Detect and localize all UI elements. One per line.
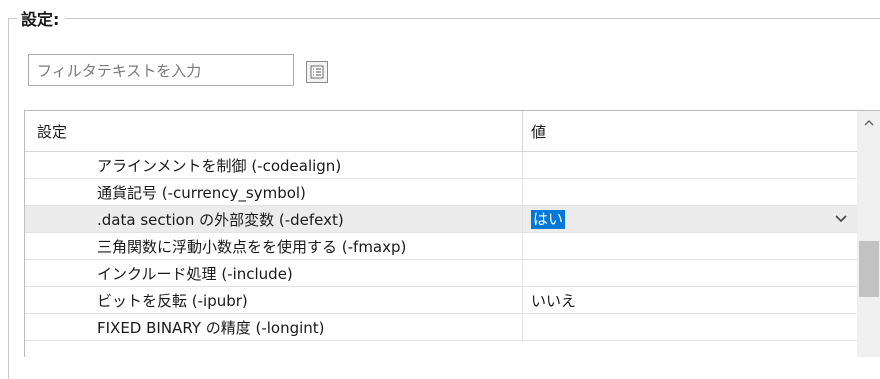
setting-value[interactable] <box>523 260 857 286</box>
table-row[interactable]: FIXED BINARY の精度 (-longint) <box>25 314 857 341</box>
setting-name: 通貨記号 (-currency_symbol) <box>25 179 523 205</box>
column-header-setting[interactable]: 設定 <box>25 111 523 151</box>
setting-name: FIXED BINARY の精度 (-longint) <box>25 314 523 340</box>
table-row[interactable]: 通貨記号 (-currency_symbol) <box>25 179 857 206</box>
grid-rows: アラインメントを制御 (-codealign) 通貨記号 (-currency_… <box>25 152 857 341</box>
setting-name: ビットを反転 (-ipubr) <box>25 287 523 313</box>
scroll-up-button[interactable] <box>857 111 880 135</box>
filter-input[interactable]: フィルタテキストを入力 <box>28 54 294 86</box>
scroll-thumb[interactable] <box>859 241 879 297</box>
table-row[interactable]: アラインメントを制御 (-codealign) <box>25 152 857 179</box>
vertical-scrollbar[interactable] <box>857 111 880 357</box>
table-row[interactable]: ビットを反転 (-ipubr) いいえ <box>25 287 857 314</box>
filter-options-button[interactable] <box>306 61 328 83</box>
chevron-down-icon[interactable] <box>835 214 847 224</box>
selected-value: はい <box>531 209 566 229</box>
setting-value[interactable] <box>523 314 857 340</box>
setting-value[interactable] <box>523 233 857 259</box>
property-grid: 設定 値 アラインメントを制御 (-codealign) 通貨記号 (-curr… <box>24 110 880 357</box>
column-header-value[interactable]: 値 <box>523 111 857 151</box>
setting-name: .data section の外部変数 (-defext) <box>25 206 523 232</box>
list-filter-icon <box>310 65 324 79</box>
group-title: 設定: <box>17 6 66 30</box>
setting-name: アラインメントを制御 (-codealign) <box>25 152 523 178</box>
table-row[interactable]: 三角関数に浮動小数点をを使用する (-fmaxp) <box>25 233 857 260</box>
grid-header: 設定 値 <box>25 111 857 152</box>
setting-value[interactable] <box>523 179 857 205</box>
value-dropdown[interactable]: はい <box>523 206 857 232</box>
setting-name: 三角関数に浮動小数点をを使用する (-fmaxp) <box>25 233 523 259</box>
table-row[interactable]: インクルード処理 (-include) <box>25 260 857 287</box>
setting-name: インクルード処理 (-include) <box>25 260 523 286</box>
chevron-up-icon <box>864 120 874 126</box>
setting-value[interactable]: いいえ <box>523 287 857 313</box>
filter-placeholder: フィルタテキストを入力 <box>37 61 202 80</box>
setting-value[interactable] <box>523 152 857 178</box>
table-row-selected[interactable]: .data section の外部変数 (-defext) はい <box>25 206 857 233</box>
